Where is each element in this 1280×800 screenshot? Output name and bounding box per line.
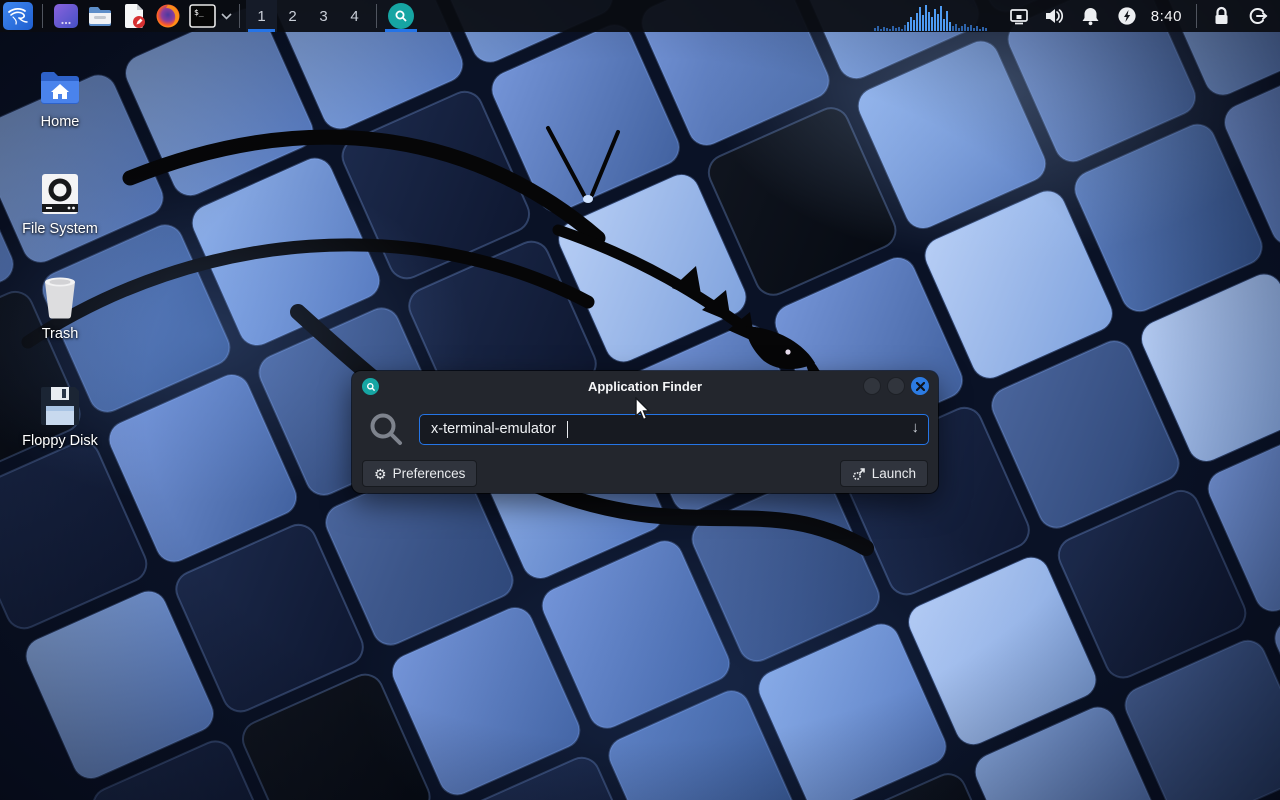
terminal-black-icon: $_	[189, 3, 216, 29]
workspace-button-1[interactable]: 1	[246, 0, 277, 32]
launcher-text-editor[interactable]	[119, 2, 149, 30]
desktop-icon-label: File System	[22, 221, 98, 237]
minimize-button[interactable]	[863, 377, 881, 395]
search-input-value: x-terminal-emulator	[431, 421, 556, 437]
applications-menu-button[interactable]	[3, 2, 33, 30]
panel-separator	[239, 4, 240, 28]
mouse-cursor	[634, 397, 654, 423]
firefox-icon	[155, 3, 181, 29]
panel-separator	[42, 4, 43, 28]
top-panel: $_ 1 2 3 4	[0, 0, 1280, 32]
preferences-button-label: Preferences	[393, 466, 466, 481]
desktop-icon-trash[interactable]: Trash	[8, 268, 112, 342]
svg-text:$_: $_	[194, 8, 204, 17]
volume-icon[interactable]	[1044, 0, 1066, 32]
file-manager-icon	[87, 3, 113, 29]
launch-button[interactable]: Launch	[840, 460, 928, 487]
desktop-icon-label: Home	[41, 114, 80, 130]
close-button[interactable]	[911, 377, 929, 395]
launcher-terminal[interactable]	[51, 2, 81, 30]
lock-screen-icon[interactable]	[1210, 0, 1232, 32]
launcher-file-manager[interactable]	[85, 2, 115, 30]
desktop-icon-floppy-disk[interactable]: Floppy Disk	[8, 375, 112, 449]
desktop-icon-label: Trash	[42, 326, 79, 342]
workspace-button-2[interactable]: 2	[277, 0, 308, 32]
dropdown-arrow-icon[interactable]: ↓	[912, 419, 920, 436]
search-input[interactable]: x-terminal-emulator ↓	[419, 414, 929, 445]
preferences-button[interactable]: ⚙ Preferences	[362, 460, 477, 487]
notifications-bell-icon[interactable]	[1080, 0, 1102, 32]
launch-button-label: Launch	[872, 466, 916, 481]
desktop-icon-file-system[interactable]: File System	[8, 163, 112, 237]
text-caret	[567, 421, 569, 438]
cpu-graph[interactable]	[874, 1, 987, 31]
workspace-label: 3	[319, 8, 327, 25]
clock[interactable]: 8:40	[1151, 8, 1182, 25]
panel-separator	[376, 4, 377, 28]
launcher-terminal-emulator[interactable]: $_	[187, 2, 217, 30]
close-icon	[916, 382, 925, 391]
desktop-icon-label: Floppy Disk	[22, 433, 98, 449]
launch-icon	[852, 467, 866, 481]
file-system-drive-icon	[39, 163, 81, 215]
logout-icon[interactable]	[1246, 0, 1268, 32]
trash-icon	[40, 268, 80, 320]
desktop: Home File System Trash	[0, 0, 1280, 800]
power-manager-icon[interactable]	[1116, 0, 1138, 32]
panel-separator	[1196, 4, 1197, 28]
dialog-title: Application Finder	[352, 379, 938, 394]
terminal-purple-icon	[53, 3, 79, 29]
workspace-label: 2	[288, 8, 296, 25]
app-finder-search-icon	[388, 3, 414, 29]
window-button-application-finder[interactable]	[383, 0, 419, 32]
text-editor-icon	[121, 3, 147, 29]
chevron-down-icon[interactable]	[219, 2, 233, 30]
gear-icon: ⚙	[374, 467, 387, 481]
application-finder-dialog: Application Finder x-terminal-emulator ↓	[352, 371, 938, 493]
launcher-firefox[interactable]	[153, 2, 183, 30]
dialog-app-icon	[362, 378, 379, 395]
floppy-disk-icon	[39, 375, 81, 427]
workspace-label: 1	[257, 8, 265, 25]
maximize-button[interactable]	[887, 377, 905, 395]
search-icon	[367, 410, 405, 448]
desktop-icon-home[interactable]: Home	[8, 56, 112, 130]
kali-logo-icon	[7, 5, 29, 27]
network-icon[interactable]	[1008, 0, 1030, 32]
workspace-label: 4	[350, 8, 358, 25]
home-folder-icon	[38, 56, 82, 108]
workspace-button-4[interactable]: 4	[339, 0, 370, 32]
workspace-button-3[interactable]: 3	[308, 0, 339, 32]
